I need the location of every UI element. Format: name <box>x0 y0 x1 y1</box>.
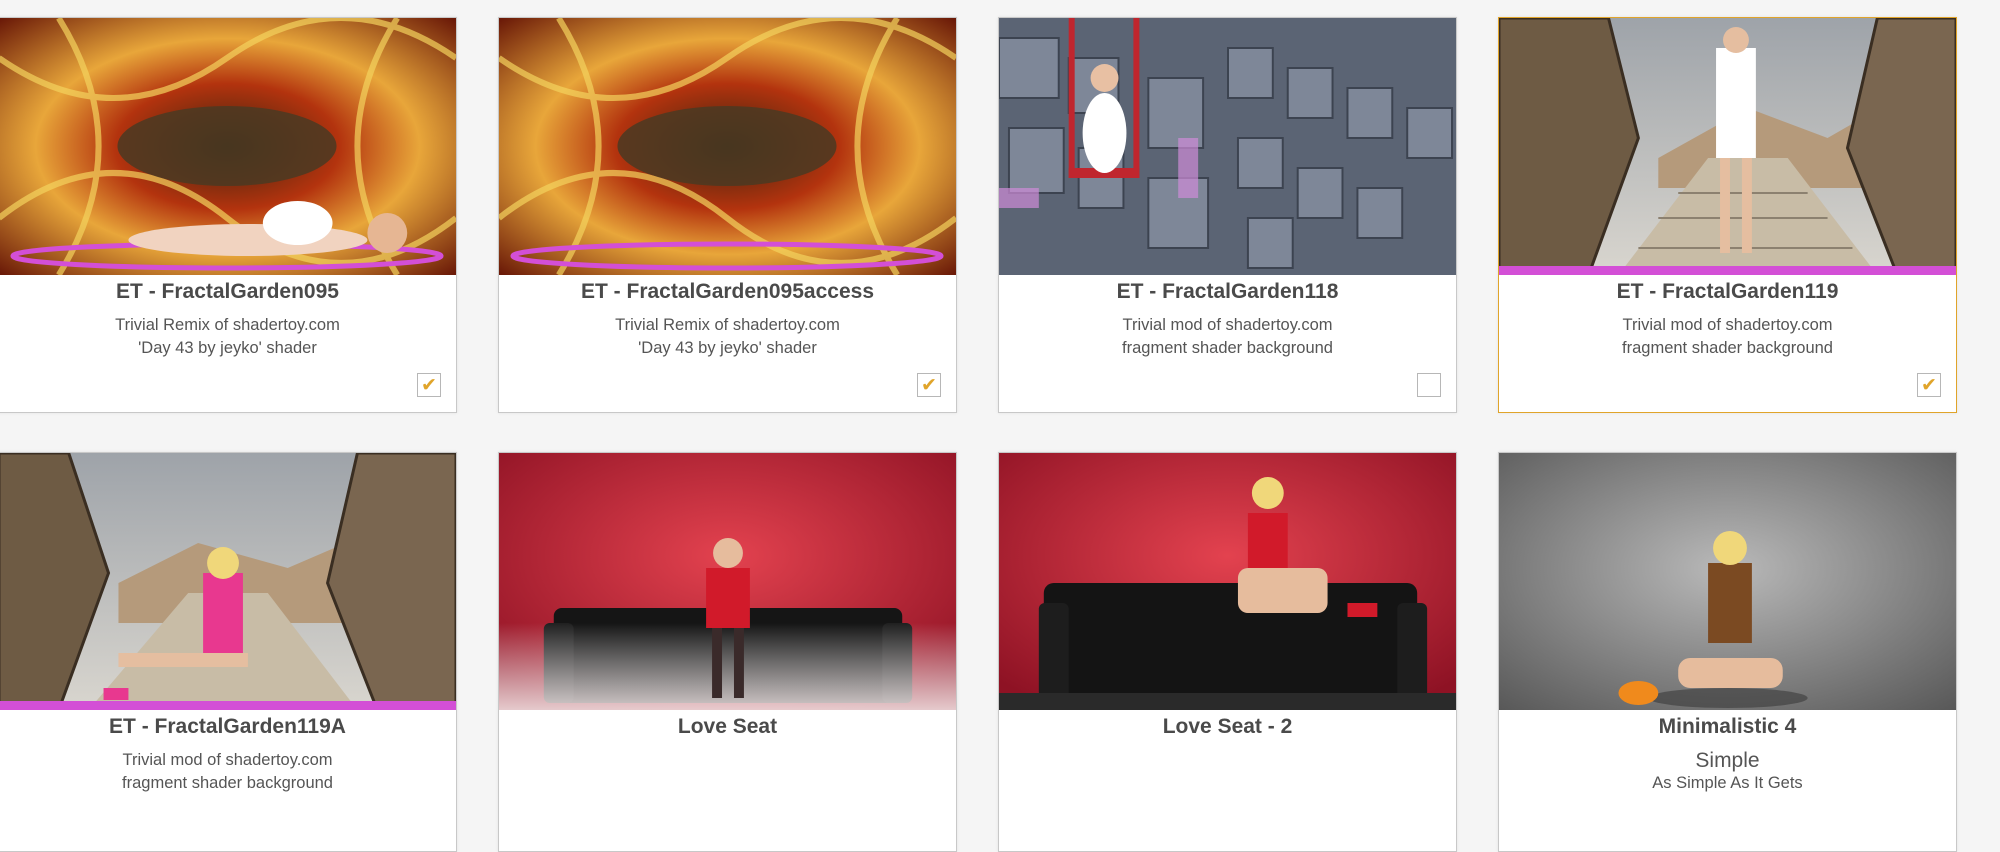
scene-card[interactable]: ET - FractalGarden118 Trivial mod of sha… <box>998 17 1457 413</box>
scene-card[interactable]: Love Seat - 2 <box>998 452 1457 852</box>
scene-description: Trivial Remix of shadertoy.com 'Day 43 b… <box>115 316 340 357</box>
scene-card[interactable]: ET - FractalGarden095access Trivial Remi… <box>498 17 957 413</box>
select-checkbox[interactable] <box>1417 373 1441 397</box>
scene-thumbnail[interactable] <box>1499 453 1956 710</box>
select-checkbox[interactable]: ✔ <box>917 373 941 397</box>
scene-description: Trivial mod of shadertoy.com fragment sh… <box>122 751 333 792</box>
scene-thumbnail[interactable] <box>999 18 1456 275</box>
scene-title: ET - FractalGarden119A <box>109 715 346 738</box>
scene-card[interactable]: Minimalistic 4 Simple As Simple As It Ge… <box>1498 452 1957 852</box>
select-checkbox[interactable]: ✔ <box>1917 373 1941 397</box>
scene-title: ET - FractalGarden095access <box>581 280 874 303</box>
scene-thumbnail[interactable] <box>0 18 456 275</box>
scene-card[interactable]: ET - FractalGarden095 Trivial Remix of s… <box>0 17 457 413</box>
scene-title: ET - FractalGarden095 <box>116 280 339 303</box>
scene-thumbnail[interactable] <box>999 453 1456 710</box>
scene-title: Love Seat <box>677 715 778 738</box>
scene-description: Simple As Simple As It Gets <box>1652 749 1803 792</box>
scene-description: Trivial mod of shadertoy.com fragment sh… <box>1122 316 1333 357</box>
scene-thumbnail[interactable] <box>0 453 456 710</box>
scene-thumbnail[interactable] <box>499 453 956 710</box>
scene-card[interactable]: Love Seat <box>498 452 957 852</box>
scene-title: ET - FractalGarden118 <box>1116 280 1339 303</box>
scene-card[interactable]: ET - FractalGarden119A Trivial mod of sh… <box>0 452 457 852</box>
scene-title: Love Seat - 2 <box>1162 715 1293 738</box>
scene-thumbnail[interactable] <box>499 18 956 275</box>
select-checkbox[interactable]: ✔ <box>417 373 441 397</box>
scene-card[interactable]: ET - FractalGarden119 Trivial mod of sha… <box>1498 17 1957 413</box>
scene-thumbnail[interactable] <box>1499 18 1956 275</box>
scene-title: Minimalistic 4 <box>1658 715 1797 738</box>
scene-title: ET - FractalGarden119 <box>1616 280 1839 303</box>
scene-description: Trivial Remix of shadertoy.com 'Day 43 b… <box>615 316 840 357</box>
scene-description: Trivial mod of shadertoy.com fragment sh… <box>1622 316 1833 357</box>
